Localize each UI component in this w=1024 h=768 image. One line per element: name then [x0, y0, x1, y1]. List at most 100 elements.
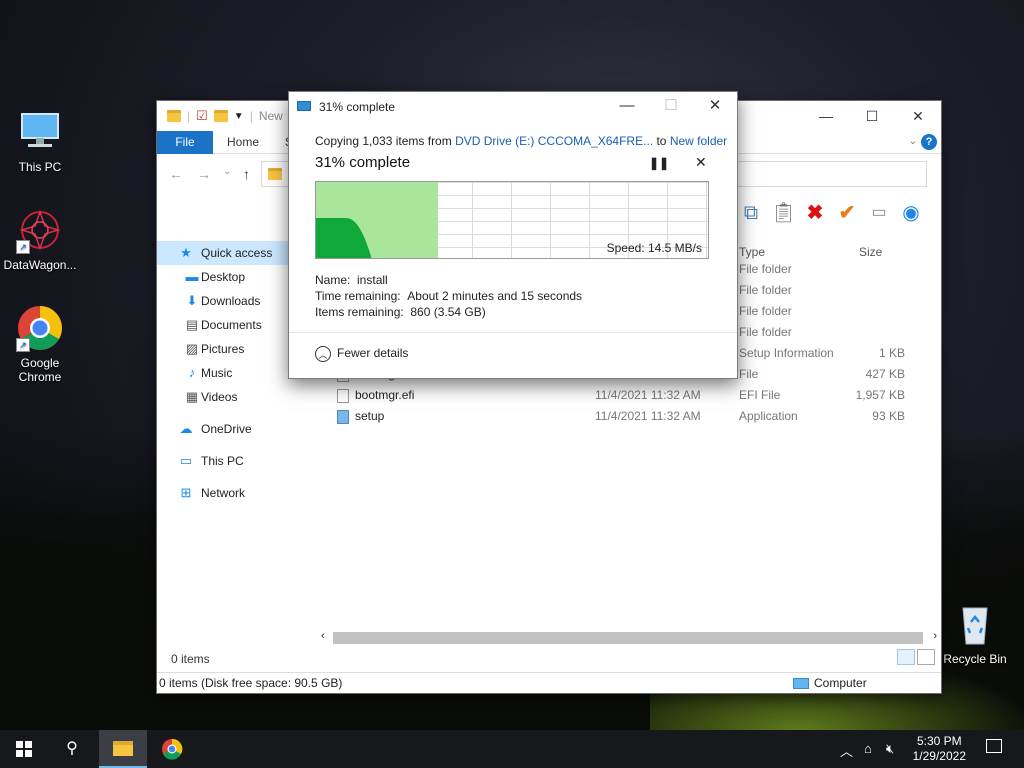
film-icon: ▦: [185, 389, 199, 404]
speed-label: Speed: 14.5 MB/s: [606, 241, 702, 255]
recycle-bin-icon: [951, 600, 999, 648]
properties-check-icon[interactable]: ☑: [196, 108, 208, 124]
rename-icon[interactable]: ▭: [867, 201, 891, 225]
chrome-icon: [162, 738, 183, 760]
folder-icon: [167, 110, 181, 122]
volume-muted-icon[interactable]: 🔇︎: [886, 741, 894, 757]
desktop-icon-recycle-bin[interactable]: Recycle Bin: [935, 600, 1015, 666]
pause-button[interactable]: ❚❚: [649, 156, 669, 170]
picture-icon: ▨: [185, 341, 199, 356]
details-view-icon[interactable]: [897, 649, 915, 665]
notifications-icon[interactable]: [986, 739, 1002, 753]
clock-date: 1/29/2022: [912, 749, 966, 763]
chevron-down-icon[interactable]: ▼: [234, 111, 244, 122]
search-icon: ⚲: [66, 740, 78, 757]
explorer-title: New: [258, 109, 283, 123]
monitor-icon: [16, 108, 64, 156]
recent-locations-icon[interactable]: ⌄: [223, 166, 231, 177]
taskbar-file-explorer[interactable]: [99, 730, 147, 768]
document-icon: ▤: [185, 317, 199, 332]
close-button[interactable]: ✕: [895, 101, 941, 131]
time-remaining: About 2 minutes and 15 seconds: [407, 289, 583, 303]
shortcut-arrow-icon: ↗: [16, 338, 30, 352]
windows-logo-icon: [16, 740, 32, 757]
paste-icon[interactable]: 📋︎: [771, 201, 796, 225]
ribbon-expand-icon[interactable]: ⌄: [909, 131, 917, 153]
show-hidden-icons[interactable]: ︿: [840, 741, 853, 760]
chrome-icon: ↗: [16, 304, 64, 352]
sidebar-item-this-pc[interactable]: ▭ This PC: [157, 449, 317, 473]
new-folder-icon[interactable]: [213, 110, 228, 122]
download-arrow-icon: ⬇: [186, 293, 198, 308]
network-status-icon[interactable]: ⌂: [864, 741, 872, 756]
desktop-icon-this-pc[interactable]: This PC: [0, 108, 80, 174]
back-arrow-icon[interactable]: ←: [169, 166, 183, 182]
current-file-name: install: [357, 273, 388, 287]
clock-time: 5:30 PM: [916, 734, 962, 748]
desktop-icon-datawagon[interactable]: ↗ DataWagon...: [0, 206, 80, 272]
tab-file[interactable]: File: [157, 131, 213, 154]
scrollbar-thumb[interactable]: [333, 632, 923, 644]
network-icon: ⊞: [180, 485, 192, 500]
copy-speed-graph: Speed: 14.5 MB/s: [315, 181, 709, 259]
desktop-icon-label: DataWagon...: [3, 258, 77, 272]
minimize-button[interactable]: —: [803, 101, 849, 131]
check-icon[interactable]: ✔: [835, 201, 859, 225]
table-row[interactable]: bootmgr.efi 11/4/2021 11:32 AM EFI File …: [329, 385, 929, 406]
quick-access-toolbar: | ☑ ▼ | New: [167, 108, 283, 124]
percent-complete: 31% complete: [315, 154, 411, 171]
dialog-title: 31% complete: [319, 100, 396, 114]
minimize-button[interactable]: —: [605, 92, 649, 122]
close-button[interactable]: ✕: [693, 92, 737, 122]
source-link[interactable]: DVD Drive (E:) CCCOMA_X64FRE...: [455, 134, 653, 148]
up-arrow-icon[interactable]: ↑: [243, 166, 250, 182]
maximize-button: ☐: [664, 97, 678, 114]
desktop-icon-label: Google Chrome: [18, 356, 62, 384]
cloud-icon: ☁: [179, 421, 193, 436]
desktop-icon-label: This PC: [18, 160, 62, 174]
items-remaining: 860 (3.54 GB): [410, 305, 486, 319]
copy-files-icon: [297, 101, 311, 111]
view-buttons: [897, 649, 935, 665]
scroll-right-icon[interactable]: ›: [933, 630, 937, 642]
chevron-up-icon: ︿: [315, 346, 331, 362]
fewer-details-button[interactable]: ︿ Fewer details: [315, 346, 408, 362]
help-icon[interactable]: ?: [921, 134, 937, 150]
folder-icon: [113, 741, 133, 757]
desktop-icon-label: Recycle Bin: [943, 652, 1007, 666]
shell-icon[interactable]: ◉: [899, 201, 923, 225]
copy-description: Copying 1,033 items from DVD Drive (E:) …: [315, 134, 728, 148]
taskbar-google-chrome[interactable]: [148, 730, 196, 768]
destination-link[interactable]: New folder: [670, 134, 727, 148]
forward-arrow-icon[interactable]: →: [197, 166, 211, 182]
cancel-copy-button[interactable]: ✕: [695, 154, 707, 171]
folder-icon: [268, 168, 282, 180]
sidebar-item-network[interactable]: ⊞ Network: [157, 481, 317, 505]
taskbar: ⚲ ︿ ⌂ 🔇︎ 5:30 PM 1/29/2022: [0, 730, 1024, 768]
scroll-left-icon[interactable]: ‹: [321, 630, 325, 642]
desktop-icon-google-chrome[interactable]: ↗ Google Chrome: [0, 304, 80, 384]
status-location: Computer: [814, 676, 867, 690]
ribbon-commands: ⧉ 📋︎ ✖ ✔ ▭ ◉: [739, 201, 923, 225]
shortcut-arrow-icon: ↗: [16, 240, 30, 254]
status-bar: 0 items (Disk free space: 90.5 GB) Compu…: [157, 672, 941, 693]
datawagon-icon: ↗: [16, 206, 64, 254]
clock[interactable]: 5:30 PM 1/29/2022: [913, 734, 966, 764]
dialog-title-bar[interactable]: 31% complete — ☐ ✕: [289, 92, 737, 122]
table-row[interactable]: setup 11/4/2021 11:32 AM Application 93 …: [329, 406, 929, 427]
search-button[interactable]: ⚲: [48, 730, 96, 768]
start-button[interactable]: [0, 730, 48, 768]
horizontal-scrollbar[interactable]: ‹ ›: [319, 629, 939, 647]
large-icons-view-icon[interactable]: [917, 649, 935, 665]
monitor-icon: ▭: [179, 453, 193, 468]
sidebar-item-videos[interactable]: ▦ Videos: [157, 385, 317, 409]
maximize-button[interactable]: ☐: [849, 101, 895, 131]
item-count: 0 items: [171, 652, 210, 666]
dialog-divider: [289, 332, 737, 333]
delete-icon[interactable]: ✖: [803, 201, 827, 225]
sidebar-item-onedrive[interactable]: ☁ OneDrive: [157, 417, 317, 441]
tab-home[interactable]: Home: [227, 131, 259, 153]
copy-icon[interactable]: ⧉: [739, 201, 763, 225]
disk-free-status: 0 items (Disk free space: 90.5 GB): [159, 676, 343, 690]
copy-progress-dialog[interactable]: 31% complete — ☐ ✕ Copying 1,033 items f…: [288, 91, 738, 379]
